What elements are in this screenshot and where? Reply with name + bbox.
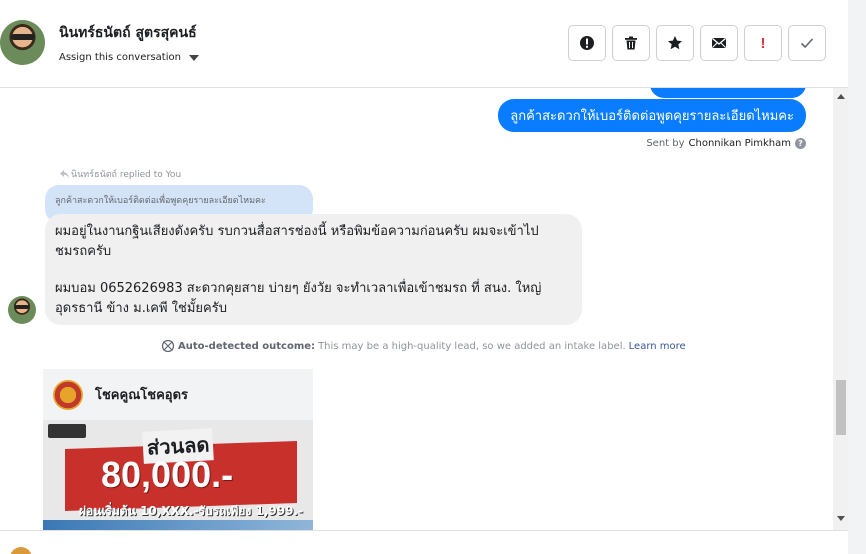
incoming-text-line: ชมรถครับ bbox=[55, 244, 112, 259]
star-icon bbox=[668, 36, 682, 50]
car-image-strip bbox=[43, 520, 313, 530]
page-avatar bbox=[10, 547, 32, 554]
message-thread[interactable]: ลูกค้าสะดวกให้เบอร์ติดต่อพูดคุยรายละเอีย… bbox=[0, 88, 848, 530]
caret-down-icon bbox=[188, 54, 199, 61]
outgoing-message-bubble[interactable]: ลูกค้าสะดวกให้เบอร์ติดต่อพูดคุยรายละเอีย… bbox=[498, 99, 806, 132]
scroll-up-arrow-icon[interactable] bbox=[837, 94, 845, 99]
conversation-actions: ! bbox=[568, 25, 826, 61]
reply-arrow-icon bbox=[60, 170, 69, 178]
side-panel-edge bbox=[848, 0, 866, 554]
star-button[interactable] bbox=[656, 25, 694, 61]
incoming-text-line: อุดรธานี ข้าง ม.เคพี ใช่มั้ยครับ bbox=[55, 301, 227, 316]
previous-outgoing-bubble bbox=[650, 88, 806, 98]
scrollbar-thumb[interactable] bbox=[836, 380, 846, 435]
delete-button[interactable] bbox=[612, 25, 650, 61]
outcome-text: This may be a high-quality lead, so we a… bbox=[318, 340, 626, 352]
mark-unread-button[interactable] bbox=[700, 25, 738, 61]
incoming-message-bubble[interactable]: ผมอยู่ในงานกฐินเสียงดังครับ รบกวนสื่อสาร… bbox=[45, 214, 582, 325]
assign-conversation-dropdown[interactable]: Assign this conversation bbox=[59, 52, 199, 63]
outcome-icon bbox=[161, 339, 175, 353]
follow-up-button[interactable]: ! bbox=[744, 25, 782, 61]
page-name[interactable]: โชคคูณโชคอุดร bbox=[95, 384, 188, 405]
replied-to-text: นินทร์ธนัตถ์ replied to You bbox=[71, 170, 182, 180]
assign-label: Assign this conversation bbox=[59, 52, 181, 63]
sent-by-prefix: Sent by bbox=[646, 138, 685, 149]
page-post-card[interactable]: โชคคูณโชคอุดร ส่วนลด 80,000.- ผ่อนเริ่มต… bbox=[43, 369, 313, 530]
learn-more-link[interactable]: Learn more bbox=[629, 341, 686, 352]
auto-detected-outcome: Auto-detected outcome: This may be a hig… bbox=[161, 339, 686, 353]
discount-amount: 80,000.- bbox=[101, 454, 234, 495]
question-icon[interactable]: ? bbox=[795, 138, 806, 149]
incoming-text-line: ผมบอม 0652626983 สะดวกคุยสาย บ่ายๆ ยังวั… bbox=[55, 281, 542, 296]
scroll-down-arrow-icon[interactable] bbox=[837, 516, 845, 521]
promo-text: ผ่อนเริ่มต้น 10,XXX.-รับรถเพียง 1,999.- bbox=[79, 504, 303, 518]
promo-image[interactable]: ส่วนลด 80,000.- ผ่อนเริ่มต้น 10,XXX.-รับ… bbox=[43, 420, 313, 530]
card-header: โชคคูณโชคอุดร bbox=[43, 369, 313, 420]
trash-icon bbox=[625, 36, 637, 50]
thread-scrollbar[interactable] bbox=[833, 88, 848, 530]
report-spam-button[interactable] bbox=[568, 25, 606, 61]
brand-tag bbox=[48, 424, 86, 438]
outcome-label: Auto-detected outcome: bbox=[178, 340, 316, 352]
sender-name: Chonnikan Pimkham bbox=[688, 138, 791, 149]
red-exclamation-icon: ! bbox=[760, 34, 766, 52]
replied-to-label: นินทร์ธนัตถ์ replied to You bbox=[60, 167, 181, 181]
message-composer[interactable] bbox=[0, 530, 848, 554]
exclamation-circle-icon bbox=[580, 36, 594, 50]
contact-name[interactable]: นินทร์ธนัตถ์ สูตรสุคนธ์ bbox=[59, 22, 197, 44]
envelope-icon bbox=[712, 38, 726, 48]
mark-done-button[interactable] bbox=[788, 25, 826, 61]
sender-avatar[interactable] bbox=[8, 296, 36, 324]
incoming-text-line: ผมอยู่ในงานกฐินเสียงดังครับ รบกวนสื่อสาร… bbox=[55, 224, 539, 239]
conversation-header: นินทร์ธนัตถ์ สูตรสุคนธ์ Assign this conv… bbox=[0, 0, 848, 88]
sent-by-line: Sent by Chonnikan Pimkham ? bbox=[646, 138, 806, 149]
contact-avatar[interactable] bbox=[0, 20, 45, 65]
check-icon bbox=[800, 38, 814, 49]
page-logo bbox=[53, 379, 83, 410]
